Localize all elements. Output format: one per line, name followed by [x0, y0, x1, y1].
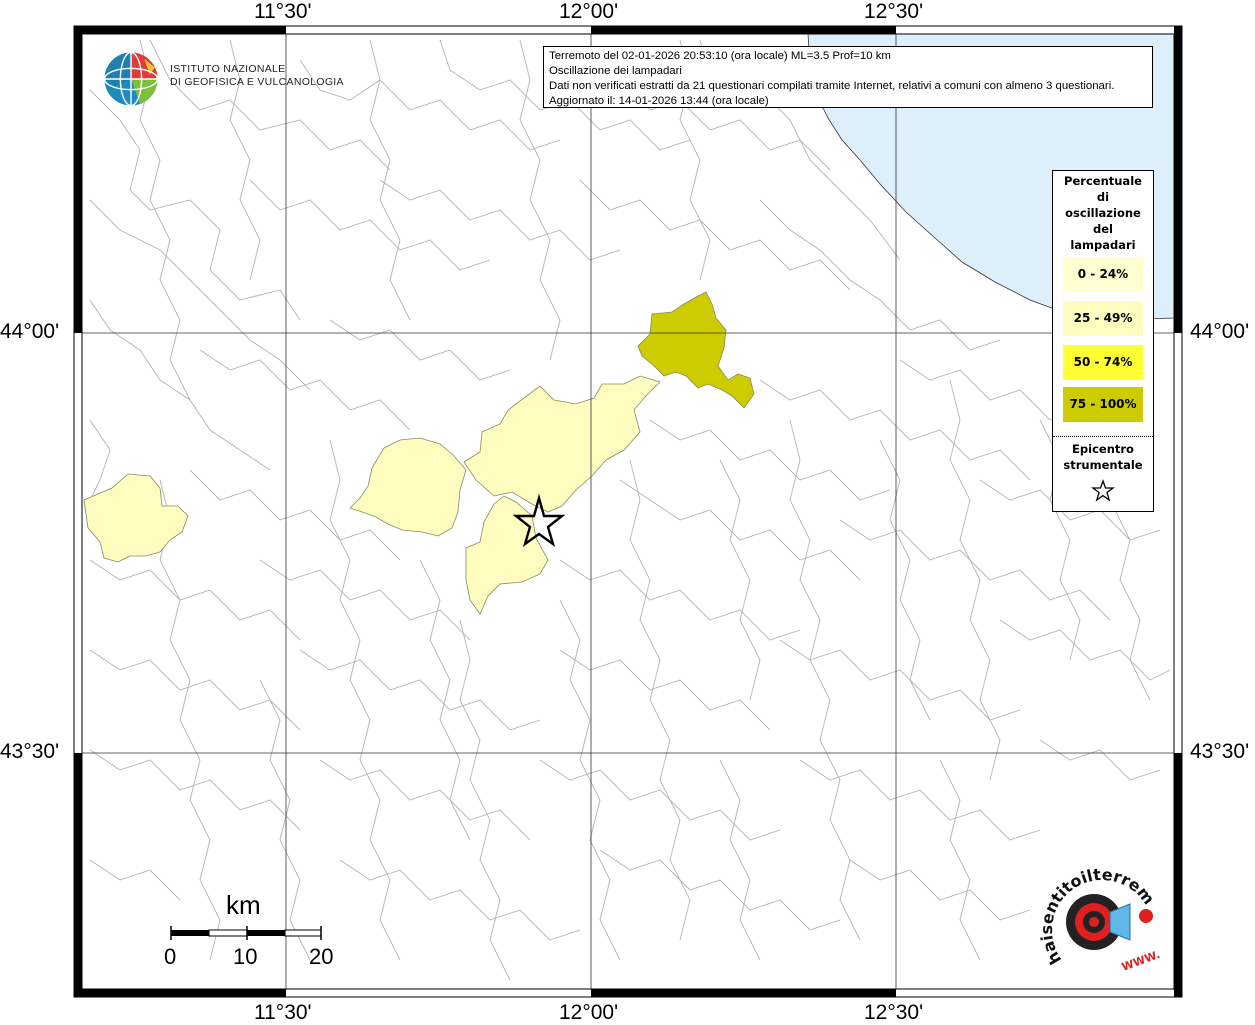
lon-label-bottom-3: 12°30': [864, 1001, 924, 1024]
lon-label-top-1: 11°30': [254, 0, 312, 23]
event-info-line3: Dati non verificati estratti da 21 quest…: [549, 80, 1115, 92]
star-outline-icon: [1091, 479, 1115, 502]
legend-epicenter-title: Epicentro strumentale: [1053, 441, 1153, 473]
ingv-globe-logo: [103, 51, 159, 107]
legend-title-line: lampadari: [1070, 238, 1136, 252]
legend-title-line: oscillazione: [1065, 206, 1141, 220]
lat-label-left-1: 44°00': [0, 320, 60, 343]
scale-bar-label-0: 0: [164, 944, 177, 969]
legend-epicenter-line: strumentale: [1063, 458, 1143, 472]
lat-label-right-2: 43°30': [1190, 740, 1250, 763]
legend-class-75-100: 75 - 100%: [1063, 387, 1143, 422]
legend-title-line: del: [1093, 222, 1113, 236]
lat-label-left-2: 43°30': [0, 740, 60, 763]
legend-title-line: di: [1096, 190, 1110, 204]
scale-bar-label-10: 10: [233, 944, 258, 969]
haisentito-logo: haisentitoilterremoto.it WWW.: [1030, 860, 1162, 974]
legend-epicenter-line: Epicentro: [1072, 442, 1134, 456]
legend-divider: [1053, 436, 1153, 437]
event-info-line4: Aggiornato il: 14-01-2026 13:44 (ora loc…: [549, 95, 769, 107]
legend-title: Percentuale di oscillazione del lampadar…: [1053, 173, 1153, 253]
lon-label-top-2: 12°00': [559, 0, 619, 23]
lon-label-bottom-1: 11°30': [254, 1001, 312, 1024]
legend-title-line: Percentuale: [1064, 174, 1142, 188]
legend-class-25-49: 25 - 49%: [1063, 301, 1143, 336]
legend-class-0-24: 0 - 24%: [1063, 257, 1143, 292]
lat-label-right-1: 44°00': [1190, 320, 1250, 343]
event-info-line2: Oscillazione dei lampadari: [549, 65, 682, 77]
event-info-box: Terremoto del 02-01-2026 20:53:10 (ora l…: [543, 46, 1153, 108]
event-info-line1: Terremoto del 02-01-2026 20:53:10 (ora l…: [549, 50, 891, 62]
ingv-name: ISTITUTO NAZIONALE DI GEOFISICA E VULCAN…: [170, 63, 344, 89]
ingv-name-line1: ISTITUTO NAZIONALE: [170, 63, 286, 75]
lon-label-bottom-2: 12°00': [559, 1001, 619, 1024]
scale-bar-label-20: 20: [309, 944, 334, 969]
legend: Percentuale di oscillazione del lampadar…: [1052, 170, 1154, 512]
legend-class-50-74: 50 - 74%: [1063, 345, 1143, 380]
lon-label-top-3: 12°30': [864, 0, 924, 23]
scale-bar-unit: km: [226, 890, 261, 920]
ingv-name-line2: DI GEOFISICA E VULCANOLOGIA: [170, 76, 344, 88]
haisentito-www: WWW.: [1120, 948, 1162, 974]
